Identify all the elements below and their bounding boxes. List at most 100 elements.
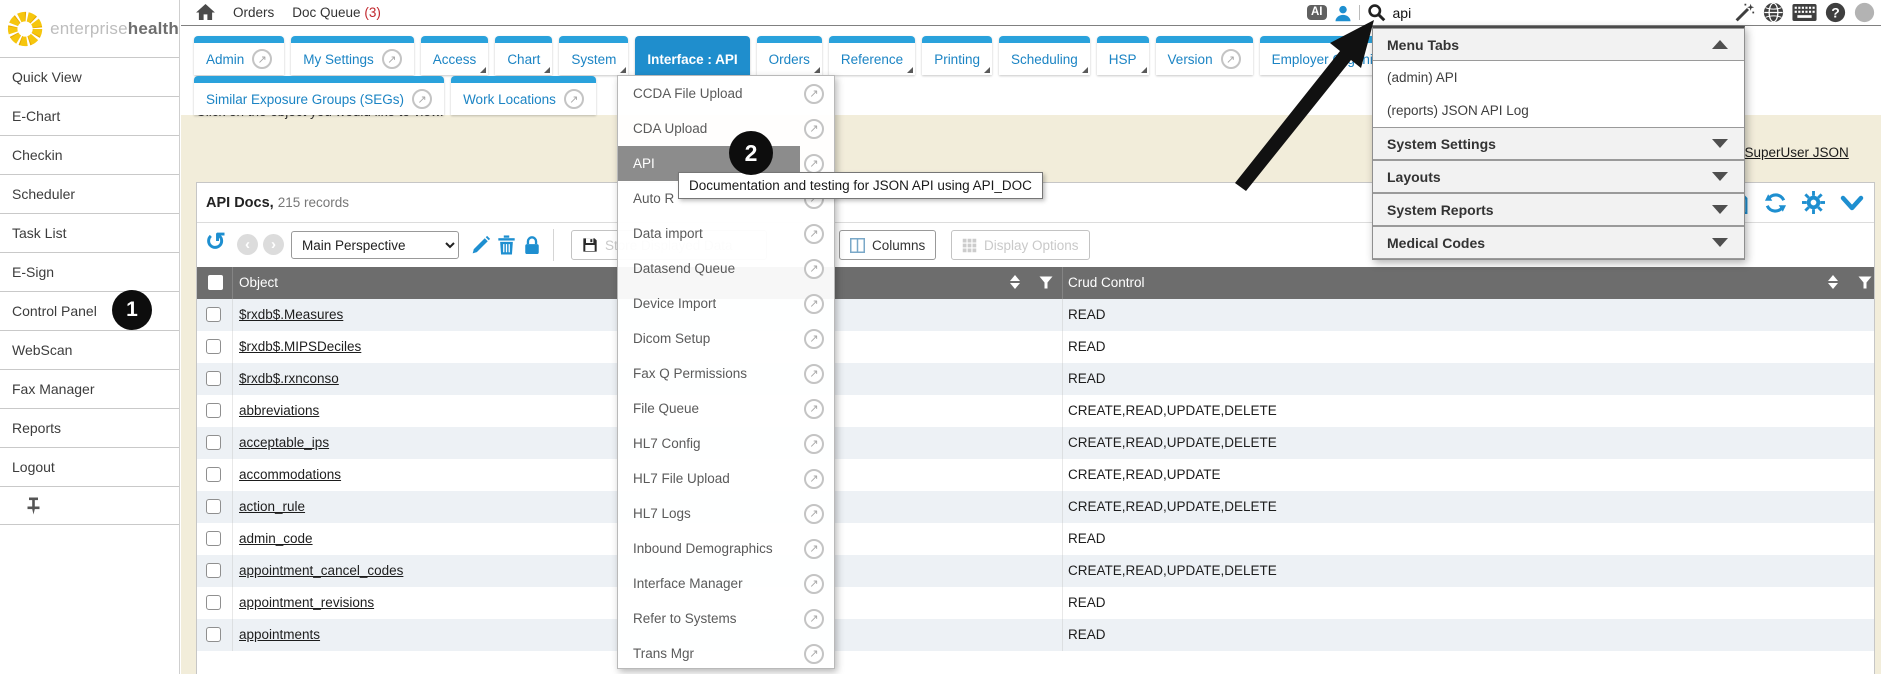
external-link-icon[interactable]: ↗ (804, 574, 824, 594)
search-dropdown-row[interactable]: Layouts (1373, 160, 1744, 193)
search-dropdown-row[interactable]: System Settings (1373, 127, 1744, 160)
global-search-input[interactable] (1393, 5, 1523, 21)
menu-item[interactable]: Fax Q Permissions ↗ (618, 356, 834, 391)
perspective-select[interactable]: Main Perspective (291, 231, 459, 259)
object-link[interactable]: appointment_cancel_codes (239, 555, 403, 587)
previous-page-icon[interactable]: ‹ (237, 234, 258, 255)
nav-tab[interactable]: Scheduling ↗ (999, 36, 1090, 75)
object-link[interactable]: $rxdb$.Measures (239, 299, 343, 331)
object-link[interactable]: acceptable_ips (239, 427, 329, 459)
search-dropdown-row[interactable]: System Reports (1373, 193, 1744, 226)
gear-icon[interactable] (1802, 191, 1825, 214)
avatar-placeholder-icon[interactable] (1854, 2, 1875, 23)
nav-tab[interactable]: Printing ↗ (922, 36, 992, 75)
nav-tab[interactable]: Work Locations ↗ (451, 76, 596, 115)
external-link-icon[interactable]: ↗ (804, 469, 824, 489)
nav-tab[interactable]: Chart ↗ (495, 36, 552, 75)
nav-tab[interactable]: Version ↗ (1156, 36, 1253, 75)
sidebar-item[interactable]: Scheduler (0, 174, 179, 213)
object-link[interactable]: abbreviations (239, 395, 319, 427)
next-page-icon[interactable]: › (263, 234, 284, 255)
external-link-icon[interactable]: ↗ (804, 434, 824, 454)
sidebar-item[interactable]: E-Sign (0, 252, 179, 291)
row-checkbox[interactable] (206, 595, 221, 610)
menu-item[interactable]: Device Import ↗ (618, 286, 834, 321)
object-link[interactable]: appointment_revisions (239, 587, 374, 619)
menu-item[interactable]: Inbound Demographics ↗ (618, 531, 834, 566)
sidebar-item[interactable]: Control Panel (0, 291, 179, 330)
user-icon[interactable] (1334, 4, 1352, 22)
external-link-icon[interactable]: ↗ (804, 399, 824, 419)
keyboard-icon[interactable] (1792, 3, 1817, 22)
sort-icon-object[interactable] (1010, 275, 1020, 289)
nav-tab[interactable]: Reference ↗ (829, 36, 915, 75)
columns-button[interactable]: Columns (839, 230, 936, 260)
nav-tab[interactable]: Orders ↗ (757, 36, 822, 75)
column-header-crud[interactable]: Crud Control (1068, 267, 1145, 299)
nav-tab[interactable]: Similar Exposure Groups (SEGs) ↗ (194, 76, 444, 115)
superuser-link[interactable]: t SuperUser JSON (1737, 145, 1849, 160)
row-checkbox[interactable] (206, 307, 221, 322)
row-checkbox[interactable] (206, 371, 221, 386)
nav-tab[interactable]: My Settings ↗ (291, 36, 414, 75)
external-link-icon[interactable]: ↗ (804, 224, 824, 244)
nav-tab[interactable]: Access ↗ (421, 36, 489, 75)
refresh-icon[interactable] (1764, 192, 1787, 214)
help-icon[interactable]: ? (1825, 2, 1846, 23)
ai-badge[interactable]: AI (1307, 5, 1327, 21)
chevron-down-icon[interactable] (1840, 193, 1864, 213)
external-link-icon[interactable]: ↗ (804, 84, 824, 104)
object-link[interactable]: action_rule (239, 491, 305, 523)
magic-wand-icon[interactable] (1734, 2, 1755, 23)
external-link-icon[interactable]: ↗ (804, 504, 824, 524)
external-link-icon[interactable]: ↗ (804, 539, 824, 559)
row-checkbox[interactable] (206, 435, 221, 450)
filter-funnel-icon-crud[interactable] (1858, 276, 1872, 289)
sidebar-item[interactable]: Task List (0, 213, 179, 252)
external-link-icon[interactable]: ↗ (804, 609, 824, 629)
display-options-button[interactable]: Display Options (951, 230, 1090, 260)
topbar-doc-queue-link[interactable]: Doc Queue (3) (292, 5, 381, 20)
menu-item[interactable]: Refer to Systems ↗ (618, 601, 834, 636)
delete-trash-icon[interactable] (497, 235, 516, 255)
search-dropdown-row[interactable]: Medical Codes (1373, 226, 1744, 259)
row-checkbox[interactable] (206, 627, 221, 642)
row-checkbox[interactable] (206, 467, 221, 482)
sidebar-item[interactable]: Reports (0, 408, 179, 447)
row-checkbox[interactable] (206, 499, 221, 514)
menu-item[interactable]: File Queue ↗ (618, 391, 834, 426)
menu-item[interactable]: Trans Mgr ↗ (618, 636, 834, 671)
row-checkbox[interactable] (206, 403, 221, 418)
object-link[interactable]: appointments (239, 619, 320, 651)
sidebar-item[interactable]: E-Chart (0, 96, 179, 135)
column-header-object[interactable]: Object (239, 267, 278, 299)
menu-item[interactable]: Datasend Queue ↗ (618, 251, 834, 286)
object-link[interactable]: $rxdb$.MIPSDeciles (239, 331, 361, 363)
external-link-icon[interactable]: ↗ (804, 329, 824, 349)
sidebar-item[interactable]: Checkin (0, 135, 179, 174)
menu-item[interactable]: HL7 File Upload ↗ (618, 461, 834, 496)
search-icon[interactable] (1367, 3, 1386, 22)
home-icon[interactable] (196, 4, 215, 21)
edit-pencil-icon[interactable] (471, 235, 491, 255)
menu-item[interactable]: Dicom Setup ↗ (618, 321, 834, 356)
sidebar-item[interactable]: WebScan (0, 330, 179, 369)
external-link-icon[interactable]: ↗ (804, 259, 824, 279)
sort-icon-crud[interactable] (1828, 275, 1838, 289)
undo-icon[interactable]: ↺ (205, 231, 226, 253)
menu-item[interactable]: CCDA File Upload ↗ (618, 76, 834, 111)
menu-item[interactable]: HL7 Logs ↗ (618, 496, 834, 531)
row-checkbox[interactable] (206, 563, 221, 578)
nav-tab[interactable]: Admin ↗ (194, 36, 284, 75)
object-link[interactable]: $rxdb$.rxnconso (239, 363, 339, 395)
external-link-icon[interactable]: ↗ (804, 294, 824, 314)
sidebar-pin-button[interactable] (0, 486, 179, 525)
row-checkbox[interactable] (206, 339, 221, 354)
object-link[interactable]: admin_code (239, 523, 313, 555)
filter-funnel-icon-object[interactable] (1039, 276, 1053, 289)
menu-item[interactable]: Interface Manager ↗ (618, 566, 834, 601)
nav-tab[interactable]: Interface : API ↗ (635, 36, 749, 75)
external-link-icon[interactable]: ↗ (804, 119, 824, 139)
search-dropdown-row[interactable]: (reports) JSON API Log (1373, 94, 1744, 127)
external-link-icon[interactable]: ↗ (804, 154, 824, 174)
